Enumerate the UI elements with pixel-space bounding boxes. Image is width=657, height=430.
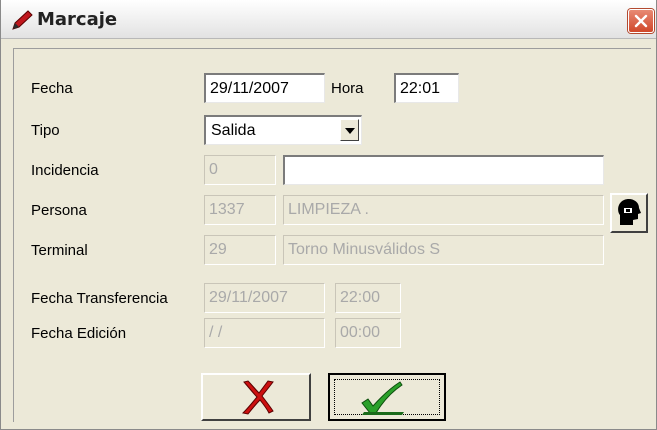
incidencia-code-input[interactable]: 0 bbox=[204, 155, 276, 185]
close-button[interactable] bbox=[628, 9, 654, 33]
person-head-icon bbox=[618, 198, 641, 225]
persona-code-input[interactable]: 1337 bbox=[204, 195, 276, 225]
terminal-label: Terminal bbox=[31, 242, 88, 259]
fecha-transferencia-label: Fecha Transferencia bbox=[31, 290, 168, 307]
fecha-transferencia-time-input[interactable]: 22:00 bbox=[335, 283, 401, 313]
green-check-icon bbox=[361, 381, 404, 415]
fecha-edicion-label: Fecha Edición bbox=[31, 325, 127, 342]
tipo-select[interactable]: Salida bbox=[204, 115, 362, 145]
incidencia-label: Incidencia bbox=[31, 162, 99, 179]
window-title: Marcaje bbox=[37, 9, 118, 30]
tipo-selected-value: Salida bbox=[211, 122, 256, 139]
persona-name-input[interactable]: LIMPIEZA . bbox=[283, 195, 604, 225]
hora-label: Hora bbox=[331, 80, 364, 97]
dialog-window: Marcaje Fecha 29/11/2007 Hora 22:01 Tipo… bbox=[0, 0, 657, 430]
fecha-label: Fecha bbox=[31, 80, 73, 97]
terminal-name-input[interactable]: Torno Minusválidos S bbox=[283, 235, 604, 265]
red-x-icon bbox=[241, 380, 274, 415]
pencil-icon bbox=[12, 10, 33, 30]
tipo-label: Tipo bbox=[31, 122, 60, 139]
fecha-input[interactable]: 29/11/2007 bbox=[204, 73, 325, 103]
persona-lookup-button[interactable] bbox=[610, 193, 648, 233]
ok-button[interactable] bbox=[328, 373, 446, 421]
fecha-edicion-date-input[interactable]: / / bbox=[204, 318, 325, 348]
hora-input[interactable]: 22:01 bbox=[394, 73, 459, 103]
persona-label: Persona bbox=[31, 202, 87, 219]
title-bar[interactable]: Marcaje bbox=[1, 0, 656, 39]
terminal-code-input[interactable]: 29 bbox=[204, 235, 276, 265]
dropdown-arrow-icon[interactable] bbox=[340, 119, 359, 141]
incidencia-description-input[interactable] bbox=[283, 155, 604, 185]
fecha-transferencia-date-input[interactable]: 29/11/2007 bbox=[204, 283, 325, 313]
fecha-edicion-time-input[interactable]: 00:00 bbox=[335, 318, 401, 348]
cancel-button[interactable] bbox=[201, 373, 311, 421]
close-icon bbox=[634, 14, 648, 28]
